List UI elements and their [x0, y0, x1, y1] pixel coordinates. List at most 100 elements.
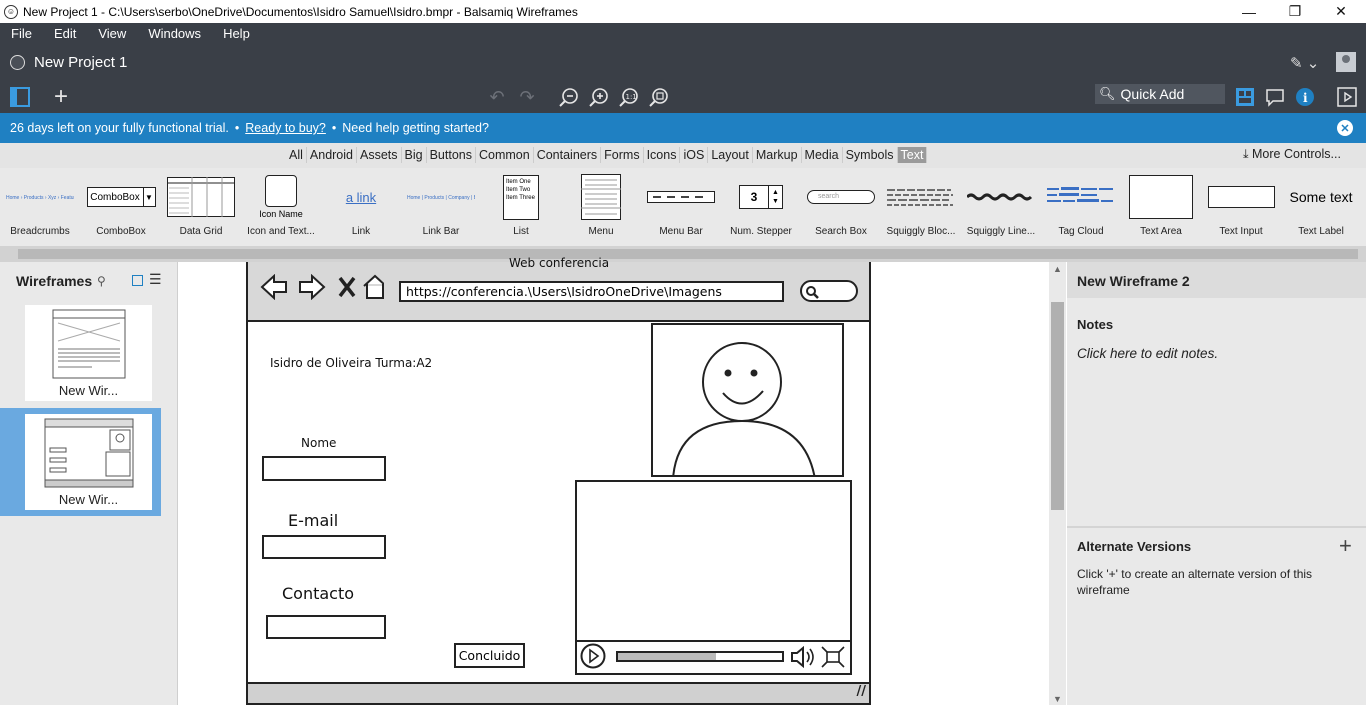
canvas-vertical-scrollbar[interactable]: ▲ ▼ — [1049, 262, 1066, 705]
user-video-avatar — [651, 323, 844, 477]
user-avatar[interactable] — [1336, 52, 1356, 72]
stop-icon[interactable] — [338, 274, 354, 300]
email-label: E-mail — [288, 511, 339, 530]
category-tab-layout[interactable]: Layout — [708, 147, 753, 163]
wireframe-name[interactable]: New Wireframe 2 — [1067, 262, 1366, 298]
edit-mode-pencil-icon[interactable]: ✎ ⌄ — [1290, 54, 1319, 72]
menu-help[interactable]: Help — [212, 26, 261, 41]
category-tab-big[interactable]: Big — [402, 147, 427, 163]
browser-search-box[interactable] — [800, 280, 858, 302]
zoom-out-icon[interactable] — [556, 84, 582, 110]
menu-edit[interactable]: Edit — [43, 26, 87, 41]
lib-data-grid[interactable]: Data Grid — [166, 168, 236, 246]
browser-url-bar[interactable]: https://conferencia.\Users\IsidroOneDriv… — [399, 281, 784, 302]
lib-squiggly-line[interactable]: Squiggly Line... — [966, 168, 1036, 246]
project-title[interactable]: New Project 1 — [34, 54, 127, 71]
category-tab-buttons[interactable]: Buttons — [427, 147, 476, 163]
email-input[interactable] — [262, 535, 386, 559]
lib-list[interactable]: Item One Item Two Item Three List — [486, 168, 556, 246]
play-icon[interactable] — [580, 643, 606, 669]
list-sample-item: Item One — [506, 178, 531, 185]
more-controls-button[interactable]: ⤓ More Controls... — [1243, 147, 1341, 162]
ready-to-buy-link[interactable]: Ready to buy? — [245, 121, 326, 135]
category-tab-assets[interactable]: Assets — [357, 147, 402, 163]
category-tab-containers[interactable]: Containers — [534, 147, 602, 163]
maximize-button[interactable]: ❐ — [1272, 0, 1318, 23]
lib-text-area[interactable]: Text Area — [1126, 168, 1196, 246]
minimize-button[interactable]: — — [1226, 0, 1272, 23]
category-tab-forms[interactable]: Forms — [601, 147, 644, 163]
close-trial-banner-icon[interactable]: ✕ — [1337, 120, 1353, 136]
library-scrollbar-thumb[interactable] — [18, 249, 1358, 259]
concluido-button[interactable]: Concluido — [454, 643, 525, 668]
lib-text-label[interactable]: Some text Text Label — [1286, 168, 1356, 246]
category-tab-text[interactable]: Text — [897, 147, 928, 163]
lib-link[interactable]: a link Link — [326, 168, 396, 246]
nome-label: Nome — [301, 436, 337, 450]
zoom-in-icon[interactable] — [586, 84, 612, 110]
lib-search-box[interactable]: search Search Box — [806, 168, 876, 246]
scroll-down-icon[interactable]: ▼ — [1053, 694, 1062, 704]
fullscreen-icon[interactable] — [821, 646, 845, 668]
forward-arrow-icon[interactable] — [298, 274, 324, 300]
category-tab-common[interactable]: Common — [476, 147, 534, 163]
category-tab-markup[interactable]: Markup — [753, 147, 802, 163]
lib-label: Icon and Text... — [247, 226, 315, 237]
info-icon[interactable]: i — [1292, 84, 1318, 110]
lib-squiggly-block[interactable]: Squiggly Bloc... — [886, 168, 956, 246]
lib-link-bar[interactable]: Home | Products | Company | Blog Link Ba… — [406, 168, 476, 246]
comments-icon[interactable] — [1262, 84, 1288, 110]
redo-icon[interactable]: ↷ — [514, 84, 540, 110]
category-tab-ios[interactable]: iOS — [680, 147, 709, 163]
help-getting-started-link[interactable]: Need help getting started? — [342, 121, 489, 135]
wireframe-web-conferencia[interactable]: Web conferencia https://conferencia.\Use… — [246, 256, 872, 705]
panel-divider[interactable] — [1067, 526, 1366, 528]
lib-num-stepper[interactable]: 3 ▲ ▼ Num. Stepper — [726, 168, 796, 246]
browser-status-bar: // — [246, 682, 871, 705]
lib-breadcrumbs[interactable]: Home › Products › Xyz › Features Breadcr… — [5, 168, 75, 246]
wireframe-thumbnail-1[interactable]: New Wir... — [25, 305, 152, 401]
category-tab-symbols[interactable]: Symbols — [843, 147, 898, 163]
add-wireframe-icon[interactable]: + — [48, 83, 74, 110]
presentation-mode-icon[interactable] — [1334, 84, 1360, 110]
resize-grip-icon[interactable]: // — [857, 684, 867, 699]
contacto-input[interactable] — [266, 615, 386, 639]
close-window-button[interactable]: ✕ — [1318, 0, 1364, 23]
thumbnail-view-icon[interactable] — [132, 275, 143, 286]
wireframe-settings-icon[interactable]: ⚲ — [97, 274, 106, 288]
lib-menu-bar[interactable]: Menu Bar — [646, 168, 716, 246]
lib-text-input[interactable]: Text Input — [1206, 168, 1276, 246]
canvas-scrollbar-thumb[interactable] — [1051, 302, 1064, 510]
ui-library-icon[interactable] — [1232, 84, 1258, 110]
lib-icon-and-text[interactable]: Icon Name Icon and Text... — [246, 168, 316, 246]
balsamiq-app-icon: ☺ — [4, 4, 18, 19]
category-tab-icons[interactable]: Icons — [644, 147, 681, 163]
lib-tag-cloud[interactable]: Tag Cloud — [1046, 168, 1116, 246]
actual-size-icon[interactable]: 1:1 — [616, 84, 642, 110]
volume-icon[interactable] — [790, 646, 818, 668]
category-tab-android[interactable]: Android — [307, 147, 357, 163]
separator-bullet: • — [331, 121, 337, 135]
wireframes-view-icon[interactable] — [7, 84, 33, 110]
undo-icon[interactable]: ↶ — [484, 84, 510, 110]
add-alternate-version-icon[interactable]: + — [1339, 533, 1352, 559]
scroll-up-icon[interactable]: ▲ — [1053, 264, 1062, 274]
menu-windows[interactable]: Windows — [137, 26, 212, 41]
zoom-fit-icon[interactable] — [646, 84, 672, 110]
category-tab-media[interactable]: Media — [802, 147, 843, 163]
lib-menu[interactable]: Menu — [566, 168, 636, 246]
notes-edit-area[interactable]: Click here to edit notes. — [1077, 346, 1218, 361]
lib-label: Data Grid — [179, 226, 223, 237]
menu-view[interactable]: View — [87, 26, 137, 41]
list-view-icon[interactable]: ☰ — [149, 271, 162, 288]
back-arrow-icon[interactable] — [262, 274, 288, 300]
video-progress-bar[interactable] — [616, 651, 784, 662]
lib-combobox[interactable]: ComboBox ▼ ComboBox — [86, 168, 156, 246]
nome-input[interactable] — [262, 456, 386, 481]
category-tab-all[interactable]: All — [286, 147, 307, 163]
menu-file[interactable]: File — [0, 26, 43, 41]
quick-add-input[interactable]: 🔍︎ Quick Add — [1095, 84, 1225, 104]
home-icon[interactable] — [364, 274, 386, 300]
wireframe-thumbnail-2[interactable]: New Wir... — [25, 414, 152, 510]
library-scrollbar[interactable] — [0, 246, 1366, 262]
